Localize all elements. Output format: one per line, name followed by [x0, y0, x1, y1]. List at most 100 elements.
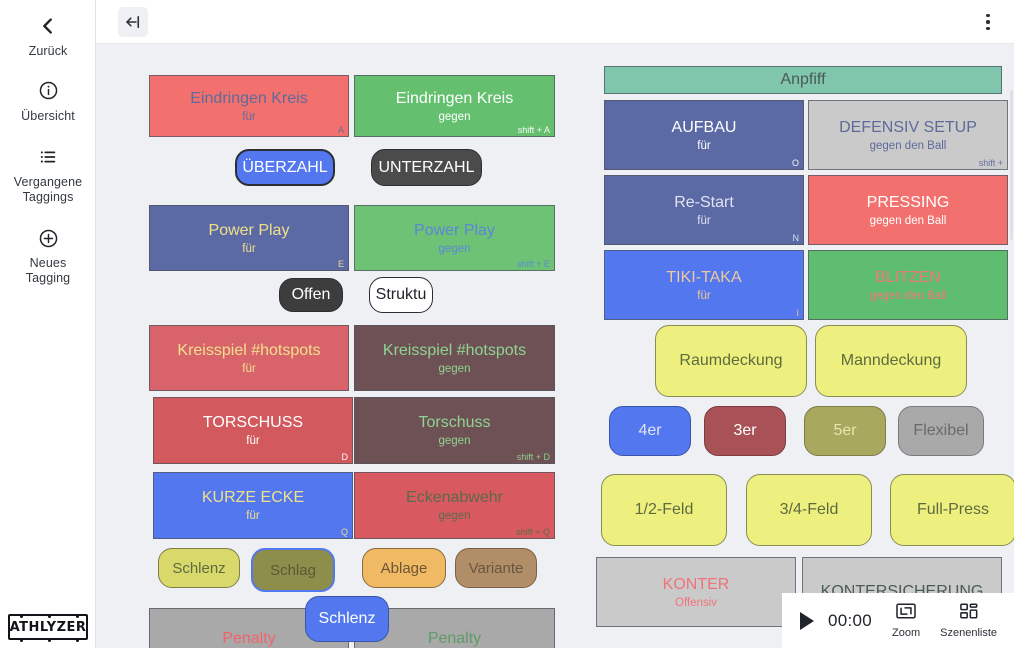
- tag-pill-right-6[interactable]: 1/2-Feld: [601, 474, 727, 546]
- tag-tile-shortcut: D: [341, 452, 349, 462]
- tag-tile-left-3[interactable]: Power Play gegen shift + E: [354, 205, 555, 271]
- logo-dot: [76, 639, 79, 642]
- tag-tile-right-3[interactable]: PRESSING gegen den Ball: [808, 175, 1008, 245]
- tag-banner-label: Anpfiff: [780, 71, 826, 88]
- tag-pill-right-8[interactable]: Full-Press: [890, 474, 1014, 546]
- tag-tile-right-6[interactable]: KONTER Offensiv: [596, 557, 796, 627]
- tag-pill-left-2[interactable]: Offen: [279, 278, 343, 312]
- tag-pill-label: 4er: [638, 422, 662, 439]
- tag-tile-left-5[interactable]: Kreisspiel #hotspots gegen: [354, 325, 555, 391]
- tag-pill-right-4[interactable]: 5er: [804, 406, 886, 456]
- tag-tile-left-2[interactable]: Power Play für E: [149, 205, 349, 271]
- athlyzer-logo-text: ATHLYZER: [9, 619, 87, 635]
- tag-tile-left-4[interactable]: Kreisspiel #hotspots für: [149, 325, 349, 391]
- tag-tile-title: Penalty: [222, 630, 276, 647]
- tag-pill-left-5[interactable]: Schlag: [251, 548, 335, 592]
- tag-tile-shortcut: shift + Q: [516, 527, 550, 537]
- logo-dot: [48, 615, 51, 618]
- tag-pill-left-6[interactable]: Ablage: [362, 548, 446, 588]
- tag-tile-subtitle: gegen den Ball: [869, 139, 947, 152]
- tag-tile-left-7[interactable]: Torschuss gegen shift + D: [354, 397, 555, 464]
- tag-tile-right-5[interactable]: BLITZEN gegen den Ball: [808, 250, 1008, 320]
- tag-tile-left-0[interactable]: Eindringen Kreis für A: [149, 75, 349, 137]
- tag-tile-subtitle: für: [697, 139, 711, 152]
- logo-dot: [20, 639, 23, 642]
- tag-tile-subtitle: für: [697, 214, 711, 227]
- tag-tile-subtitle: gegen: [438, 435, 471, 447]
- tag-pill-label: Variante: [468, 559, 524, 577]
- tag-tile-title: Power Play: [208, 221, 290, 239]
- tag-pill-left-1[interactable]: UNTERZAHL: [371, 149, 482, 186]
- zoom-frame-icon: [895, 602, 917, 625]
- tag-tile-subtitle: für: [246, 435, 260, 447]
- tag-tile-subtitle: für: [242, 362, 256, 375]
- sidebar-item-back[interactable]: Zurück: [0, 0, 96, 59]
- tag-tile-shortcut: E: [337, 259, 344, 269]
- tag-pill-right-7[interactable]: 3/4-Feld: [746, 474, 872, 546]
- tag-pill-label: UNTERZAHL: [378, 158, 475, 176]
- tag-pill-left-8[interactable]: Schlenz: [305, 596, 389, 642]
- sidebar-item-neues-tagging[interactable]: Neues Tagging: [0, 204, 96, 285]
- tag-pill-right-0[interactable]: Raumdeckung: [655, 325, 807, 397]
- tag-pill-left-0[interactable]: ÜBERZAHL: [235, 149, 335, 186]
- play-icon[interactable]: [800, 611, 814, 630]
- scrollbar[interactable]: [1010, 90, 1013, 240]
- kebab-menu-icon[interactable]: [974, 8, 1002, 36]
- tag-tile-shortcut: shift + E: [517, 259, 550, 269]
- tag-tile-left-8[interactable]: KURZE ECKE für Q: [153, 472, 353, 539]
- tag-pill-right-5[interactable]: Flexibel: [898, 406, 984, 456]
- sidebar-item-neues-tagging-label: Neues Tagging: [0, 256, 96, 285]
- collapse-left-icon[interactable]: [118, 6, 148, 37]
- tag-tile-title: Power Play: [414, 221, 495, 239]
- sidebar-item-vergangene-taggings-label: Vergangene Taggings: [0, 175, 96, 204]
- tag-tile-subtitle: gegen den Ball: [869, 289, 947, 302]
- app-root: Zurück Übersicht Vergangene Taggings Neu…: [0, 0, 1014, 648]
- tag-tile-title: KURZE ECKE: [201, 489, 305, 506]
- tag-banner-anpfiff[interactable]: Anpfiff: [604, 66, 1002, 94]
- zoom-label: Zoom: [892, 627, 921, 639]
- tag-tile-left-6[interactable]: TORSCHUSS für D: [153, 397, 353, 464]
- tag-pill-right-2[interactable]: 4er: [609, 406, 691, 456]
- tag-tile-shortcut: shift +: [978, 158, 1003, 168]
- tag-tile-shortcut: Q: [340, 527, 348, 537]
- tag-tile-subtitle: für: [697, 289, 711, 302]
- topbar: [96, 0, 1014, 44]
- info-circle-icon: [0, 77, 96, 105]
- sidebar-item-uebersicht[interactable]: Übersicht: [0, 59, 96, 124]
- tag-pill-right-1[interactable]: Manndeckung: [815, 325, 967, 397]
- tag-pill-label: Raumdeckung: [679, 352, 783, 369]
- tag-pill-left-3[interactable]: Struktu: [369, 277, 433, 313]
- tag-tile-shortcut: shift + D: [516, 452, 550, 462]
- tag-pill-label: Schlenz: [318, 610, 376, 627]
- tag-tile-subtitle: gegen den Ball: [869, 214, 947, 227]
- sidebar-item-vergangene-taggings[interactable]: Vergangene Taggings: [0, 123, 96, 204]
- playback-time: 00:00: [828, 610, 873, 630]
- label-line-2: Taggings: [22, 189, 74, 204]
- label-line-2: Tagging: [25, 270, 71, 285]
- tag-tile-right-0[interactable]: AUFBAU für O: [604, 100, 804, 170]
- tag-pill-left-7[interactable]: Variante: [455, 548, 537, 588]
- tag-tile-left-1[interactable]: Eindringen Kreis gegen shift + A: [354, 75, 555, 137]
- tagging-board: Eindringen Kreis für A Eindringen Kreis gege…: [96, 44, 1014, 648]
- tag-tile-title: DEFENSIV SETUP: [839, 118, 977, 136]
- tag-tile-right-1[interactable]: DEFENSIV SETUP gegen den Ball shift +: [808, 100, 1008, 170]
- tag-tile-right-4[interactable]: TIKI-TAKA für I: [604, 250, 804, 320]
- chevron-left-icon: [0, 12, 96, 40]
- tag-tile-title: TORSCHUSS: [202, 414, 304, 431]
- zoom-button[interactable]: Zoom: [892, 602, 920, 639]
- plus-circle-icon: [0, 224, 96, 252]
- tag-tile-right-2[interactable]: Re-Start für N: [604, 175, 804, 245]
- tag-pill-left-4[interactable]: Schlenz: [158, 548, 240, 588]
- tag-tile-shortcut: A: [337, 125, 344, 135]
- tag-pill-right-3[interactable]: 3er: [704, 406, 786, 456]
- tag-tile-left-9[interactable]: Eckenabwehr gegen shift + Q: [354, 472, 555, 539]
- tag-tile-subtitle: für: [242, 242, 256, 255]
- list-icon: [0, 143, 96, 171]
- tag-pill-label: 3er: [733, 422, 757, 439]
- tag-tile-subtitle: gegen: [438, 510, 471, 522]
- tag-pill-label: Struktu: [375, 286, 427, 303]
- scenes-list-button[interactable]: Szenenliste: [940, 602, 997, 639]
- tag-tile-subtitle: gegen: [438, 242, 471, 255]
- tag-tile-title: Torschuss: [418, 414, 491, 431]
- sidebar: Zurück Übersicht Vergangene Taggings Neu…: [0, 0, 96, 648]
